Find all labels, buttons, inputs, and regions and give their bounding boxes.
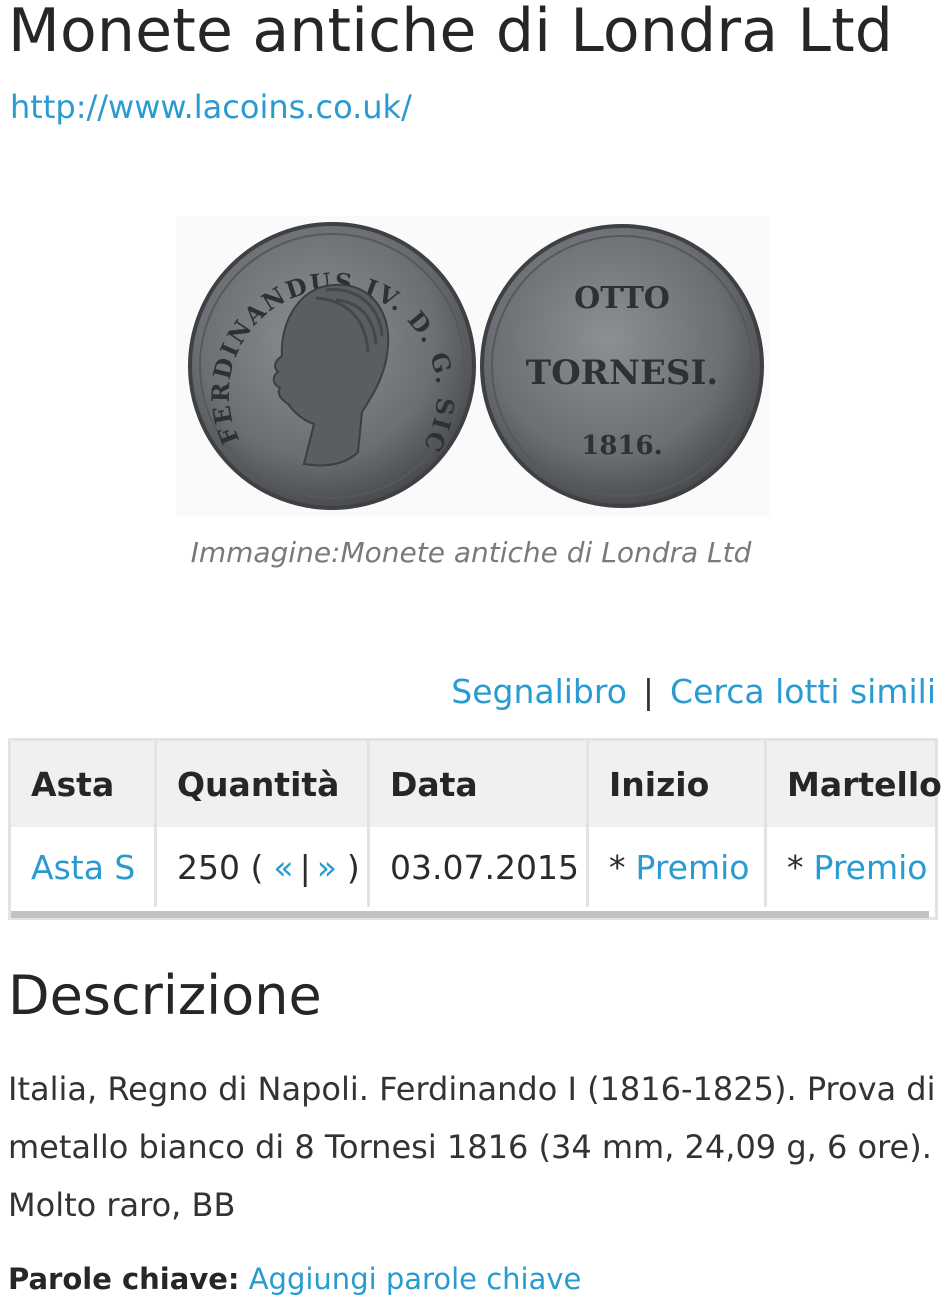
website-link[interactable]: http://www.lacoins.co.uk/	[10, 88, 412, 126]
hammer-star: *	[787, 847, 804, 887]
coin-reverse: OTTO TORNESI. 1816.	[480, 224, 764, 508]
cell-auction: Asta S	[11, 827, 157, 907]
bookmark-link[interactable]: Segnalibro	[451, 672, 627, 711]
table-header-row: Asta Quantità Data Inizio Martello	[11, 741, 942, 827]
auction-link[interactable]: Asta S	[31, 848, 135, 887]
cell-date: 03.07.2015	[370, 827, 589, 907]
cell-quantity: 250 ( « | » )	[157, 827, 370, 907]
cell-hammer: * Premio	[767, 827, 935, 907]
similar-lots-link[interactable]: Cerca lotti simili	[670, 672, 936, 711]
next-lot-link[interactable]: »	[311, 848, 347, 887]
table-row: Asta S 250 ( « | » ) 03.07.2015 * Premio…	[11, 827, 935, 907]
keywords-row: Parole chiave: Aggiungi parole chiave	[8, 1262, 581, 1296]
header-asta: Asta	[11, 741, 157, 827]
keywords-label: Parole chiave:	[8, 1262, 240, 1296]
action-separator: |	[642, 672, 655, 711]
coin-image[interactable]: FERDINANDUS IV. D. G. SICIL. REX OTTO TO…	[176, 216, 770, 516]
reverse-value: OTTO	[574, 281, 670, 316]
add-keywords-link[interactable]: Aggiungi parole chiave	[249, 1262, 582, 1296]
description-text: Italia, Regno di Napoli. Ferdinando I (1…	[8, 1070, 936, 1224]
hammer-premium-link[interactable]: Premio	[814, 848, 928, 887]
table-horizontal-scrollbar[interactable]	[11, 911, 929, 918]
lot-actions: Segnalibro | Cerca lotti simili	[451, 672, 936, 711]
image-caption: Immagine:Monete antiche di Londra Ltd	[190, 536, 752, 569]
header-quantita: Quantità	[157, 741, 370, 827]
description-heading: Descrizione	[8, 964, 322, 1027]
header-inizio: Inizio	[589, 741, 767, 827]
page-title: Monete antiche di Londra Ltd	[8, 0, 894, 66]
quantity-divider: |	[299, 847, 311, 887]
reverse-denomination: TORNESI.	[526, 353, 718, 393]
reverse-year: 1816.	[581, 431, 662, 461]
prev-lot-link[interactable]: «	[263, 848, 299, 887]
quantity-value: 250 (	[177, 847, 264, 887]
start-star: *	[609, 847, 626, 887]
header-data: Data	[370, 741, 589, 827]
cell-start: * Premio	[589, 827, 767, 907]
start-premium-link[interactable]: Premio	[636, 848, 750, 887]
header-martello: Martello	[787, 764, 942, 804]
lot-table: Asta Quantità Data Inizio Martello Asta …	[8, 738, 942, 920]
quantity-close: )	[346, 847, 360, 887]
